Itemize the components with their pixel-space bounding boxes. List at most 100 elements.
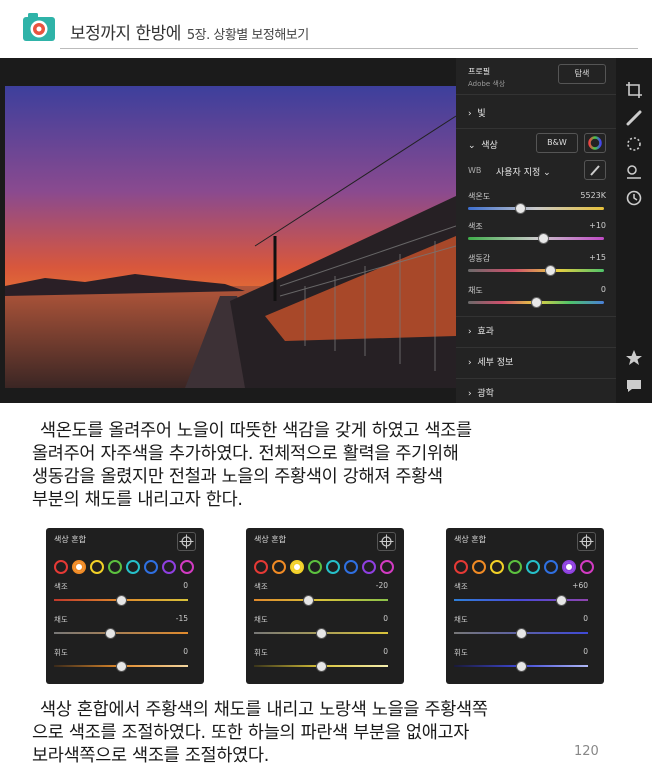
color-swatch[interactable] [472, 560, 486, 574]
mixer-slider-value: 0 [583, 647, 588, 656]
star-icon[interactable] [624, 348, 644, 368]
sunset-photo [5, 86, 456, 388]
color-swatch[interactable] [454, 560, 468, 574]
profile-value: Adobe 색상 [468, 80, 506, 88]
mixer-slider-knob[interactable] [316, 628, 327, 639]
comment-icon[interactable] [624, 376, 644, 396]
color-swatch[interactable] [508, 560, 522, 574]
chevron-right-icon: › [468, 327, 478, 337]
color-swatch[interactable] [144, 560, 158, 574]
mixer-slider-value: +60 [572, 581, 588, 590]
color-swatch[interactable] [162, 560, 176, 574]
color-swatches [252, 560, 402, 574]
mixer-slider-knob[interactable] [105, 628, 117, 639]
color-swatch[interactable] [108, 560, 122, 574]
slider-knob[interactable] [531, 297, 542, 308]
section-effects-label: 효과 [477, 327, 494, 337]
chevron-right-icon: › [468, 358, 478, 368]
mixer-slider-label: 휘도 [254, 648, 268, 657]
color-swatch[interactable] [90, 560, 104, 574]
color-swatch[interactable] [54, 560, 68, 574]
mixer-slider-knob[interactable] [116, 661, 127, 672]
color-swatch[interactable] [580, 560, 594, 574]
target-adjust-button[interactable] [577, 532, 596, 551]
color-mixer-panel: 색상 혼합 색조 -20 채도 0 휘도 0 [246, 528, 404, 684]
mixer-slider[interactable] [454, 628, 588, 639]
text-line: 으로 색조를 조절하였다. 또한 하늘의 파란색 부분을 없애고자 [32, 723, 470, 743]
mixer-slider-knob[interactable] [516, 661, 527, 672]
mixer-slider-knob[interactable] [316, 661, 327, 672]
color-swatch[interactable] [490, 560, 504, 574]
color-swatch[interactable] [290, 560, 304, 574]
color-swatch[interactable] [562, 560, 576, 574]
color-swatch[interactable] [326, 560, 340, 574]
color-swatch[interactable] [526, 560, 540, 574]
adjust-slider[interactable] [468, 203, 604, 214]
mixer-slider[interactable] [254, 661, 388, 672]
mixer-slider[interactable] [54, 661, 188, 672]
mixer-slider-knob[interactable] [516, 628, 527, 639]
color-swatch[interactable] [126, 560, 140, 574]
mixer-slider[interactable] [54, 628, 188, 639]
color-mixer-button[interactable] [584, 133, 606, 153]
wb-label: WB [468, 166, 482, 175]
brush-icon[interactable] [624, 108, 644, 128]
chapter-label: 5장. 상황별 보정해보기 [186, 28, 309, 43]
presets-icon[interactable] [624, 162, 644, 182]
mixer-slider[interactable] [254, 595, 388, 606]
radial-filter-icon[interactable] [624, 134, 644, 154]
mixer-slider-knob[interactable] [302, 595, 314, 606]
color-swatches [452, 560, 602, 574]
header-divider [60, 48, 638, 49]
section-light[interactable]: › 빛 [468, 106, 486, 119]
section-detail[interactable]: › 세부 정보 [468, 355, 513, 368]
section-optics-label: 광학 [477, 389, 494, 399]
color-swatch[interactable] [380, 560, 394, 574]
adjust-slider[interactable] [468, 265, 604, 276]
adjust-slider[interactable] [468, 233, 604, 244]
color-swatch[interactable] [72, 560, 86, 574]
mixer-slider[interactable] [454, 595, 588, 606]
mixer-slider[interactable] [254, 628, 388, 639]
chevron-right-icon: › [468, 109, 478, 119]
slider-knob[interactable] [537, 233, 549, 244]
divider [456, 94, 616, 95]
section-color[interactable]: ⌄ 색상 [468, 138, 498, 151]
mixer-slider[interactable] [54, 595, 188, 606]
color-mixer-panel: 색상 혼합 색조 0 채도 -15 휘도 0 [46, 528, 204, 684]
adjust-slider[interactable] [468, 297, 604, 308]
bw-button[interactable]: B&W [536, 133, 578, 153]
target-adjust-button[interactable] [177, 532, 196, 551]
mixer-slider-knob[interactable] [556, 595, 568, 606]
color-swatch[interactable] [344, 560, 358, 574]
wb-eyedropper-button[interactable] [584, 160, 606, 180]
slider-value: 0 [600, 285, 606, 294]
color-swatch[interactable] [308, 560, 322, 574]
color-swatch[interactable] [544, 560, 558, 574]
wb-select[interactable]: 사용자 지정 ⌄ [496, 165, 551, 178]
target-icon [579, 534, 594, 549]
section-effects[interactable]: › 효과 [468, 324, 494, 337]
section-optics[interactable]: › 광학 [468, 386, 494, 399]
browse-profile-button[interactable]: 탐색 [558, 64, 606, 84]
color-swatch[interactable] [272, 560, 286, 574]
mixer-slider[interactable] [454, 661, 588, 672]
mixer-slider-label: 색조 [54, 582, 68, 591]
color-swatch[interactable] [180, 560, 194, 574]
mixer-slider-knob[interactable] [116, 595, 127, 606]
target-adjust-button[interactable] [377, 532, 396, 551]
section-color-label: 색상 [481, 141, 498, 151]
slider-knob[interactable] [514, 203, 526, 214]
slider-knob[interactable] [544, 265, 556, 276]
mixer-slider-label: 색조 [454, 582, 468, 591]
color-swatch[interactable] [362, 560, 376, 574]
crop-icon[interactable] [624, 80, 644, 100]
target-icon [379, 534, 394, 549]
color-swatch[interactable] [254, 560, 268, 574]
camera-icon [23, 13, 55, 41]
chevron-down-icon: ⌄ [468, 141, 482, 151]
page-header: 보정까지 한방에 5장. 상황별 보정해보기 [0, 0, 652, 50]
history-icon[interactable] [624, 188, 644, 208]
slider-label: 색온도 [468, 192, 491, 201]
tool-rail [616, 58, 652, 403]
